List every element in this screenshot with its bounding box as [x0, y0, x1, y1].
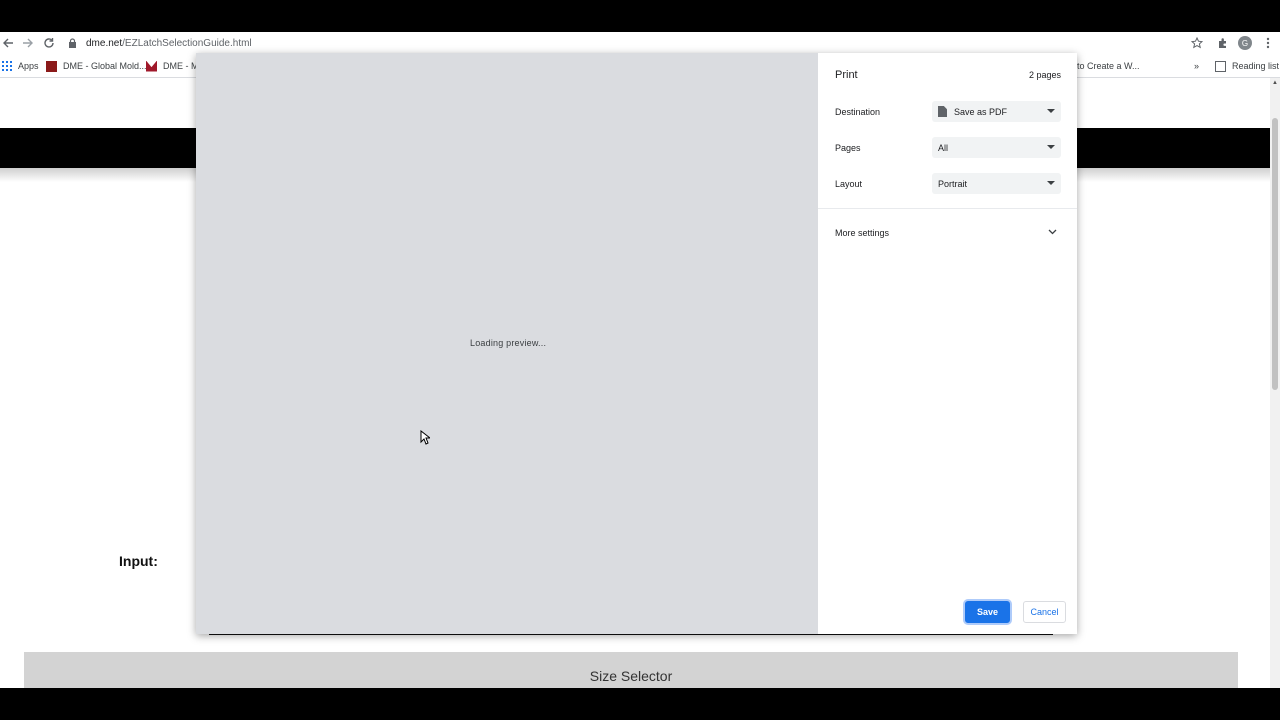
print-preview-pane: Loading preview...: [196, 53, 818, 634]
page-count: 2 pages: [1028, 70, 1061, 80]
destination-value: Save as PDF: [954, 106, 1008, 117]
destination-select[interactable]: Save as PDF: [932, 101, 1061, 122]
print-title: Print: [835, 69, 858, 81]
scroll-up-arrow-icon[interactable]: ▲: [1272, 80, 1278, 86]
bookmark-label: DME - Global Mold...: [63, 61, 147, 71]
bookmarks-overflow-icon[interactable]: »: [1194, 59, 1199, 73]
bookmark-label: to Create a W...: [1077, 61, 1140, 71]
size-selector-label: Size Selector: [589, 668, 673, 684]
dropdown-caret-icon: [1047, 145, 1055, 149]
puzzle-icon[interactable]: [1215, 35, 1231, 51]
bookmark-create[interactable]: to Create a W...: [1077, 59, 1140, 73]
reading-list-icon: [1215, 60, 1226, 72]
more-settings-toggle[interactable]: More settings: [818, 221, 1077, 245]
lock-icon: [66, 37, 78, 49]
input-heading: Input:: [119, 553, 158, 569]
layout-select[interactable]: Portrait: [932, 173, 1061, 194]
profile-avatar[interactable]: G: [1238, 36, 1252, 50]
size-selector-bar[interactable]: Size Selector: [24, 652, 1238, 688]
bookmark-apps[interactable]: Apps: [2, 59, 39, 73]
apps-grid-icon: [2, 61, 12, 71]
letterbox-top: [0, 0, 1280, 32]
bookmark-label: DME - M: [163, 61, 199, 71]
destination-label: Destination: [835, 107, 881, 117]
browser-toolbar: dme.net/EZLatchSelectionGuide.html G: [0, 32, 1280, 54]
dme-favicon-icon: [46, 60, 57, 72]
print-dialog: Loading preview... Print 2 pages Destina…: [196, 53, 1077, 634]
url-host: dme.net: [86, 37, 123, 49]
dropdown-caret-icon: [1047, 109, 1055, 113]
mouse-cursor-icon: [420, 430, 430, 445]
bookmark-dme-m[interactable]: DME - M: [146, 59, 199, 73]
forward-arrow-icon[interactable]: [20, 35, 36, 51]
bookmark-dme-global[interactable]: DME - Global Mold...: [46, 59, 147, 73]
reload-icon[interactable]: [41, 35, 57, 51]
layout-label: Layout: [835, 179, 863, 189]
more-settings-label: More settings: [835, 228, 890, 238]
pages-select[interactable]: All: [932, 137, 1061, 158]
preview-status: Loading preview...: [470, 338, 547, 348]
url-path: /EZLatchSelectionGuide.html: [122, 37, 252, 49]
star-icon[interactable]: [1189, 35, 1205, 51]
pages-label: Pages: [835, 143, 861, 153]
layout-value: Portrait: [938, 178, 968, 189]
settings-divider: [818, 208, 1077, 209]
save-button[interactable]: Save: [965, 601, 1010, 623]
m-favicon-icon: [146, 60, 157, 72]
chevron-down-icon: [1047, 227, 1057, 237]
document-icon: [938, 106, 947, 117]
address-bar[interactable]: dme.net/EZLatchSelectionGuide.html: [66, 33, 1206, 53]
scrollbar-thumb[interactable]: [1272, 118, 1278, 390]
letterbox-bottom: [0, 688, 1280, 720]
back-arrow-icon[interactable]: [0, 35, 16, 51]
cancel-button[interactable]: Cancel: [1023, 601, 1066, 623]
pages-value: All: [938, 142, 949, 153]
bookmark-apps-label: Apps: [18, 61, 39, 71]
reading-list[interactable]: Reading list: [1215, 59, 1279, 73]
print-settings-panel: Print 2 pages Destination Save as PDF Pa…: [818, 53, 1077, 634]
kebab-menu-icon[interactable]: [1260, 35, 1276, 51]
dropdown-caret-icon: [1047, 181, 1055, 185]
reading-list-label: Reading list: [1232, 61, 1280, 71]
